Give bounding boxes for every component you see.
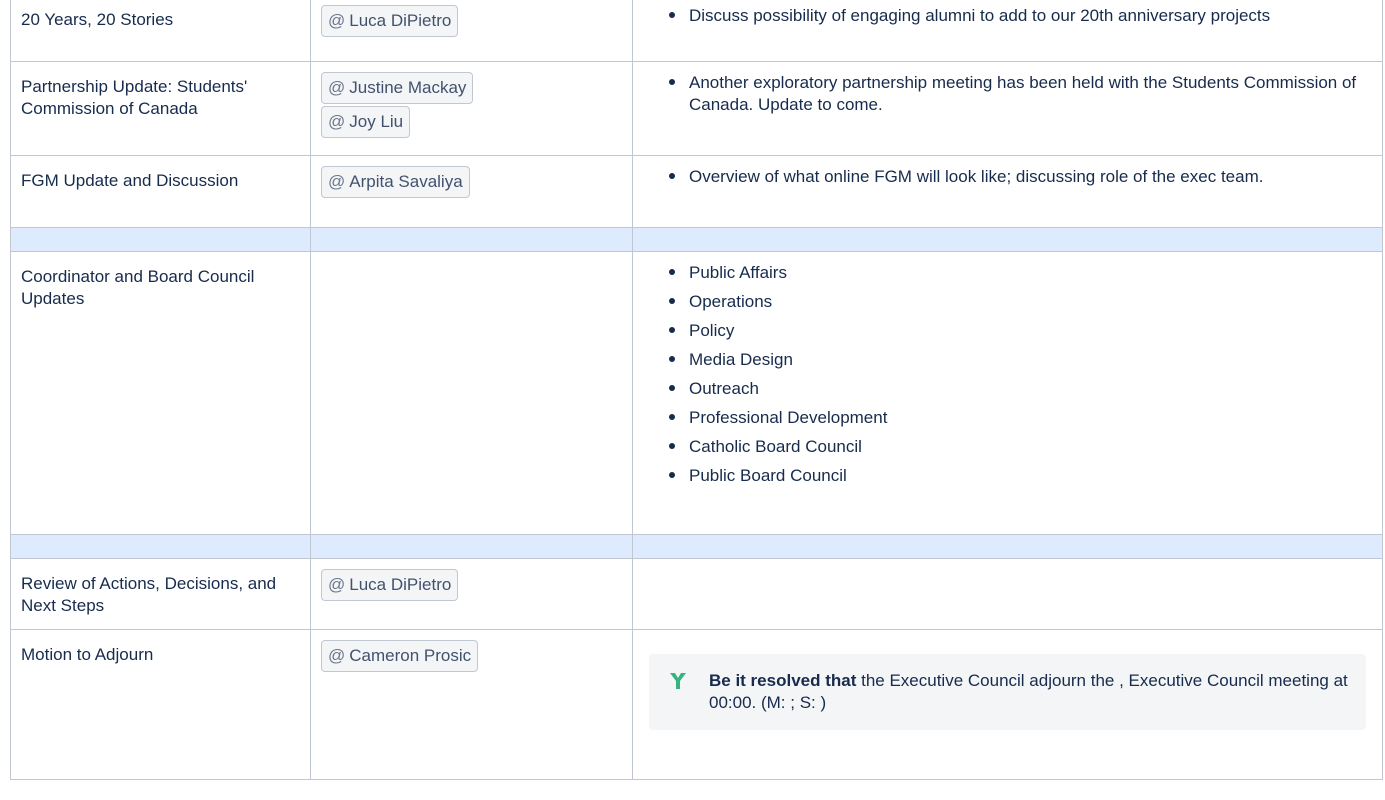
topic-cell: Review of Actions, Decisions, and Next S… (10, 558, 311, 630)
at-icon: @ (328, 112, 346, 131)
notes-list: Public Affairs Operations Policy Media D… (643, 262, 1372, 487)
user-mention[interactable]: @ Arpita Savaliya (321, 166, 470, 198)
people-cell: @ Luca DiPietro (310, 0, 633, 62)
list-item: Another exploratory partnership meeting … (669, 72, 1372, 116)
table-row: FGM Update and Discussion @ Arpita Savali… (10, 155, 1383, 228)
user-mention[interactable]: @ Justine Mackay (321, 72, 474, 104)
at-icon: @ (328, 78, 346, 97)
user-mention[interactable]: @ Luca DiPietro (321, 569, 459, 601)
notes-cell (632, 558, 1383, 630)
list-item: Policy (669, 320, 1372, 342)
list-item: Operations (669, 291, 1372, 313)
separator-row (10, 227, 1383, 252)
at-icon: @ (328, 575, 346, 594)
list-item: Outreach (669, 378, 1372, 400)
topic-cell: FGM Update and Discussion (10, 155, 311, 228)
topic-text: 20 Years, 20 Stories (21, 10, 174, 29)
list-item: Professional Development (669, 407, 1372, 429)
people-cell: @ Arpita Savaliya (310, 155, 633, 228)
notes-list: Another exploratory partnership meeting … (643, 72, 1372, 116)
list-item: Public Board Council (669, 465, 1372, 487)
notes-cell: Another exploratory partnership meeting … (632, 61, 1383, 156)
decision-text: Be it resolved that the Executive Counci… (709, 670, 1348, 714)
user-mention[interactable]: @ Luca DiPietro (321, 5, 459, 37)
people-cell: @ Justine Mackay @ Joy Liu (310, 61, 633, 156)
topic-text: Partnership Update: Students' Commission… (21, 77, 248, 118)
notes-list: Overview of what online FGM will look li… (643, 166, 1372, 188)
list-item: Catholic Board Council (669, 436, 1372, 458)
agenda-table: 20 Years, 20 Stories @ Luca DiPietro Disc… (10, 0, 1383, 780)
table-row: Coordinator and Board Council Updates Pu… (10, 251, 1383, 535)
topic-text: Review of Actions, Decisions, and Next S… (21, 574, 277, 615)
table-row: Motion to Adjourn @ Cameron Prosic Be it … (10, 629, 1383, 780)
people-cell (310, 251, 633, 535)
notes-cell: Public Affairs Operations Policy Media D… (632, 251, 1383, 535)
separator-row (10, 534, 1383, 559)
decision-bold: Be it resolved that (709, 671, 857, 690)
user-mention[interactable]: @ Joy Liu (321, 106, 411, 138)
user-mention[interactable]: @ Cameron Prosic (321, 640, 479, 672)
at-icon: @ (328, 646, 346, 665)
decision-icon (669, 671, 687, 691)
decision-panel: Be it resolved that the Executive Counci… (649, 654, 1366, 730)
topic-cell: Coordinator and Board Council Updates (10, 251, 311, 535)
topic-text: Coordinator and Board Council Updates (21, 267, 255, 308)
topic-cell: 20 Years, 20 Stories (10, 0, 311, 62)
people-cell: @ Cameron Prosic (310, 629, 633, 780)
at-icon: @ (328, 172, 346, 191)
notes-list: Discuss possibility of engaging alumni t… (643, 5, 1372, 27)
table-row: Review of Actions, Decisions, and Next S… (10, 558, 1383, 630)
at-icon: @ (328, 11, 346, 30)
list-item: Overview of what online FGM will look li… (669, 166, 1372, 188)
list-item: Media Design (669, 349, 1372, 371)
people-cell: @ Luca DiPietro (310, 558, 633, 630)
notes-cell: Be it resolved that the Executive Counci… (632, 629, 1383, 780)
topic-text: Motion to Adjourn (21, 645, 154, 664)
table-row: 20 Years, 20 Stories @ Luca DiPietro Disc… (10, 0, 1383, 62)
notes-cell: Discuss possibility of engaging alumni t… (632, 0, 1383, 62)
topic-text: FGM Update and Discussion (21, 171, 239, 190)
topic-cell: Motion to Adjourn (10, 629, 311, 780)
list-item: Public Affairs (669, 262, 1372, 284)
table-row: Partnership Update: Students' Commission… (10, 61, 1383, 156)
list-item: Discuss possibility of engaging alumni t… (669, 5, 1372, 27)
notes-cell: Overview of what online FGM will look li… (632, 155, 1383, 228)
topic-cell: Partnership Update: Students' Commission… (10, 61, 311, 156)
